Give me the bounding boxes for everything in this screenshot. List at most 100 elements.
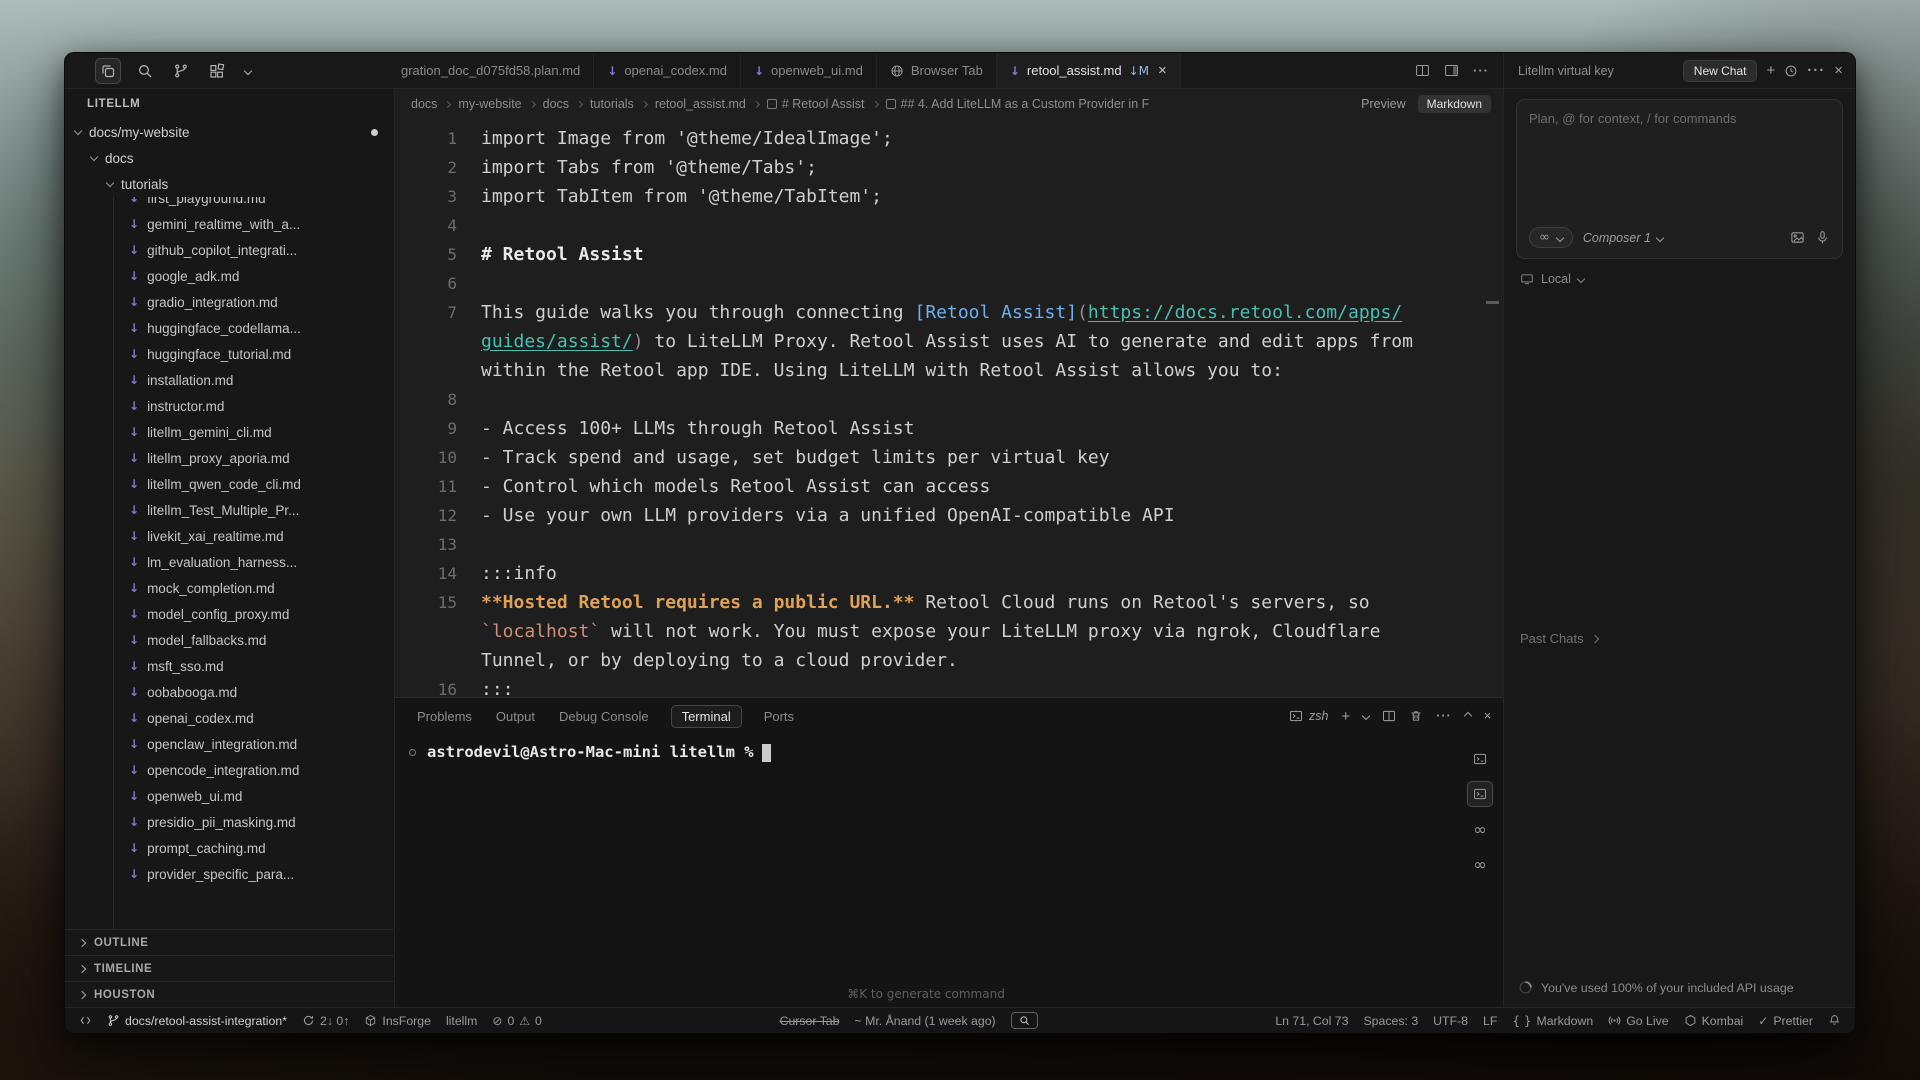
kombai-status[interactable]: Kombai <box>1684 1014 1744 1028</box>
code-line[interactable]: 7This guide walks you through connecting… <box>395 298 1503 385</box>
file-item[interactable]: ↓openai_codex.md <box>65 705 394 731</box>
file-item[interactable]: ↓presidio_pii_masking.md <box>65 809 394 835</box>
code-line[interactable]: 8 <box>395 385 1503 414</box>
prettier-status[interactable]: ✓Prettier <box>1758 1014 1813 1028</box>
file-item[interactable]: ↓openweb_ui.md <box>65 783 394 809</box>
editor-tab[interactable]: ↓openweb_ui.md <box>741 53 877 88</box>
file-item[interactable]: ↓litellm_proxy_aporia.md <box>65 445 394 471</box>
chat-input[interactable] <box>1529 111 1830 227</box>
file-item[interactable]: ↓opencode_integration.md <box>65 757 394 783</box>
insforge-status[interactable]: InsForge <box>364 1014 431 1028</box>
code-line[interactable]: 10- Track spend and usage, set budget li… <box>395 443 1503 472</box>
tree-folder-docs[interactable]: docs <box>65 145 394 171</box>
maximize-panel-icon[interactable] <box>1465 713 1471 719</box>
agent-terminal-icon[interactable]: ∞ <box>1467 851 1493 877</box>
breadcrumb-item[interactable]: my-website <box>458 97 521 111</box>
eol-status[interactable]: LF <box>1483 1014 1497 1028</box>
close-panel-icon[interactable]: × <box>1484 709 1491 723</box>
mic-icon[interactable] <box>1815 230 1830 245</box>
scrollbar-thumb[interactable] <box>1486 301 1499 304</box>
agent-mode-chip[interactable]: ∞ <box>1529 227 1573 248</box>
file-item[interactable]: ↓gemini_realtime_with_a... <box>65 211 394 237</box>
history-icon[interactable] <box>1784 64 1798 78</box>
file-item[interactable]: ↓oobabooga.md <box>65 679 394 705</box>
composer-selector[interactable]: Composer 1 <box>1583 231 1663 245</box>
search-icon[interactable] <box>133 59 157 83</box>
code-line[interactable]: 12- Use your own LLM providers via a uni… <box>395 501 1503 530</box>
code-line[interactable]: 9- Access 100+ LLMs through Retool Assis… <box>395 414 1503 443</box>
editor-tab[interactable]: Browser Tab <box>877 53 997 88</box>
terminal-dropdown-icon[interactable] <box>1363 713 1369 719</box>
terminal-output[interactable]: astrodevil@Astro-Mac-mini litellm % <box>395 734 1457 1007</box>
layout-icon[interactable] <box>1444 63 1459 78</box>
file-item[interactable]: ↓github_copilot_integrati... <box>65 237 394 263</box>
editor-tab[interactable]: gration_doc_d075fd58.plan.md <box>395 53 594 88</box>
chevron-down-icon[interactable] <box>241 64 255 78</box>
panel-tab-problems[interactable]: Problems <box>415 706 474 727</box>
file-item[interactable]: ↓instructor.md <box>65 393 394 419</box>
code-line[interactable]: 16::: <box>395 675 1503 697</box>
code-line[interactable]: 4 <box>395 211 1503 240</box>
panel-tab-terminal[interactable]: Terminal <box>671 705 742 728</box>
file-item[interactable]: ↓openclaw_integration.md <box>65 731 394 757</box>
language-status[interactable]: { }Markdown <box>1512 1014 1593 1028</box>
file-item[interactable]: ↓model_fallbacks.md <box>65 627 394 653</box>
remote-indicator-icon[interactable] <box>79 1014 92 1027</box>
file-item[interactable]: ↓lm_evaluation_harness... <box>65 549 394 575</box>
breadcrumb-item[interactable]: docs <box>411 97 437 111</box>
breadcrumb-item[interactable]: # Retool Assist <box>767 97 865 111</box>
add-chat-icon[interactable]: + <box>1766 62 1775 79</box>
file-item[interactable]: ↓huggingface_tutorial.md <box>65 341 394 367</box>
agent-terminal-icon[interactable]: ∞ <box>1467 816 1493 842</box>
breadcrumb-item[interactable]: tutorials <box>590 97 634 111</box>
breadcrumb-item[interactable]: retool_assist.md <box>655 97 746 111</box>
editor-tab[interactable]: ↓retool_assist.md↓M× <box>997 53 1181 88</box>
git-branch-status[interactable]: docs/retool-assist-integration* <box>107 1014 287 1028</box>
extensions-icon[interactable] <box>205 59 229 83</box>
split-terminal-icon[interactable] <box>1382 709 1396 723</box>
file-item[interactable]: ↓msft_sso.md <box>65 653 394 679</box>
code-line[interactable]: 14:::info <box>395 559 1503 588</box>
source-control-icon[interactable] <box>169 59 193 83</box>
file-item[interactable]: ↓first_playground.md <box>65 197 394 211</box>
terminal-instance-icon[interactable] <box>1467 746 1493 772</box>
notifications-icon[interactable] <box>1828 1014 1841 1027</box>
markdown-mode-chip[interactable]: Markdown <box>1418 95 1491 113</box>
file-item[interactable]: ↓litellm_qwen_code_cli.md <box>65 471 394 497</box>
past-chats[interactable]: Past Chats <box>1516 631 1843 646</box>
tree-folder-tutorials[interactable]: tutorials <box>65 171 394 197</box>
cursor-tab-status[interactable]: Cursor Tab <box>780 1014 840 1028</box>
file-item[interactable]: ↓huggingface_codellama... <box>65 315 394 341</box>
file-item[interactable]: ↓model_config_proxy.md <box>65 601 394 627</box>
new-terminal-icon[interactable]: + <box>1341 708 1350 725</box>
breadcrumb-item[interactable]: ## 4. Add LiteLLM as a Custom Provider i… <box>886 97 1150 111</box>
panel-tab-debug-console[interactable]: Debug Console <box>557 706 651 727</box>
litellm-status[interactable]: litellm <box>446 1014 477 1028</box>
file-item[interactable]: ↓provider_specific_para... <box>65 861 394 887</box>
close-icon[interactable]: × <box>1158 62 1167 79</box>
code-line[interactable]: 15**Hosted Retool requires a public URL.… <box>395 588 1503 675</box>
code-line[interactable]: 13 <box>395 530 1503 559</box>
ai-more-icon[interactable]: ··· <box>1807 62 1825 79</box>
file-item[interactable]: ↓gradio_integration.md <box>65 289 394 315</box>
file-item[interactable]: ↓litellm_gemini_cli.md <box>65 419 394 445</box>
more-actions-icon[interactable]: ··· <box>1473 63 1489 78</box>
file-item[interactable]: ↓livekit_xai_realtime.md <box>65 523 394 549</box>
git-sync-status[interactable]: 2↓ 0↑ <box>302 1014 349 1028</box>
file-item[interactable]: ↓installation.md <box>65 367 394 393</box>
sidebar-section-timeline[interactable]: TIMELINE <box>65 955 394 981</box>
split-editor-icon[interactable] <box>1415 63 1430 78</box>
search-chip[interactable] <box>1011 1012 1038 1029</box>
cursor-position-status[interactable]: Ln 71, Col 73 <box>1275 1014 1348 1028</box>
file-item[interactable]: ↓google_adk.md <box>65 263 394 289</box>
image-icon[interactable] <box>1790 230 1805 245</box>
sidebar-section-outline[interactable]: OUTLINE <box>65 929 394 955</box>
explorer-icon[interactable] <box>95 58 121 84</box>
code-line[interactable]: 1import Image from '@theme/IdealImage'; <box>395 124 1503 153</box>
terminal-instance-icon[interactable] <box>1467 781 1493 807</box>
panel-tab-output[interactable]: Output <box>494 706 537 727</box>
panel-tab-ports[interactable]: Ports <box>762 706 796 727</box>
code-line[interactable]: 3import TabItem from '@theme/TabItem'; <box>395 182 1503 211</box>
breadcrumb-item[interactable]: docs <box>543 97 569 111</box>
new-chat-button[interactable]: New Chat <box>1683 60 1758 82</box>
